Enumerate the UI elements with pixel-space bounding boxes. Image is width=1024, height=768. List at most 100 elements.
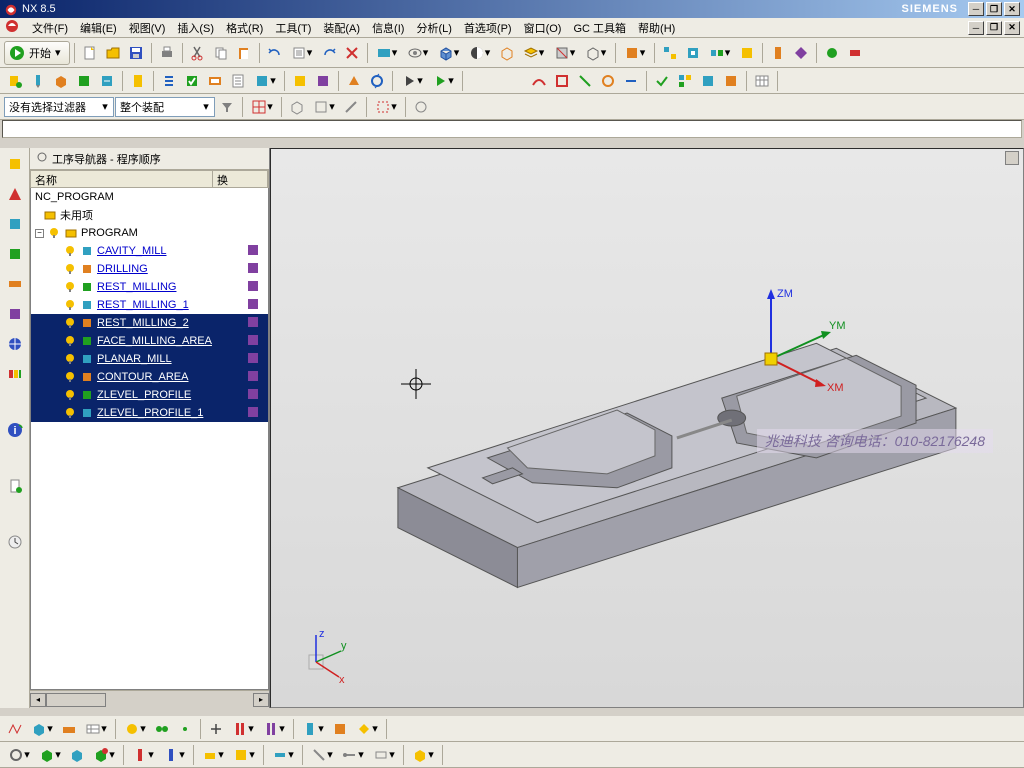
tree-operation[interactable]: REST_MILLING	[31, 278, 268, 296]
menu-gc[interactable]: GC 工具箱	[567, 18, 632, 38]
bt1-i-button[interactable]: ▾	[259, 718, 289, 740]
cam-create-geometry-button[interactable]	[50, 70, 72, 92]
rail-browser-button[interactable]	[3, 332, 27, 356]
assembly-2-button[interactable]	[682, 42, 704, 64]
scroll-thumb[interactable]	[46, 693, 106, 707]
cam-verify-button[interactable]	[181, 70, 203, 92]
start-button[interactable]: 开始 ▾	[4, 41, 70, 65]
menu-format[interactable]: 格式(R)	[220, 18, 269, 38]
scope-combo[interactable]: 整个装配 ▾	[115, 97, 215, 117]
bt2-g-button[interactable]: ▾	[198, 744, 228, 766]
cam-shop-button[interactable]	[289, 70, 311, 92]
menu-edit[interactable]: 编辑(E)	[74, 18, 123, 38]
nx-menu-icon[interactable]	[4, 18, 20, 37]
cut-button[interactable]	[187, 42, 209, 64]
tool-d-button[interactable]	[844, 42, 866, 64]
tree-operation[interactable]: CAVITY_MILL	[31, 242, 268, 260]
clip-button[interactable]: ▾	[581, 42, 611, 64]
rail-roles-button[interactable]	[3, 362, 27, 386]
menu-assembly[interactable]: 装配(A)	[317, 18, 366, 38]
rail-info-button[interactable]: i	[3, 418, 27, 442]
sel-face-button[interactable]: ▾	[309, 96, 339, 118]
bt2-a-button[interactable]: ▾	[4, 744, 34, 766]
filter-combo[interactable]: 没有选择过滤器 ▾	[4, 97, 114, 117]
cam-prop-button[interactable]	[127, 70, 149, 92]
rail-machine-button[interactable]	[3, 242, 27, 266]
cam-simulate-button[interactable]	[204, 70, 226, 92]
bt2-i-button[interactable]: ▾	[268, 744, 298, 766]
cam-play-button[interactable]: ▾	[397, 70, 427, 92]
menu-analysis[interactable]: 分析(L)	[410, 18, 457, 38]
cube-view-button[interactable]: ▾	[434, 42, 464, 64]
component-button[interactable]	[736, 42, 758, 64]
close-button[interactable]: ✕	[1004, 2, 1020, 16]
bt1-e-button[interactable]: ▾	[120, 718, 150, 740]
pin-icon[interactable]	[36, 151, 48, 166]
cam-path1-button[interactable]	[528, 70, 550, 92]
print-view-button[interactable]: ▾	[403, 42, 433, 64]
cam-path4-button[interactable]	[597, 70, 619, 92]
col-change[interactable]: 换	[213, 171, 268, 187]
menu-preferences[interactable]: 首选项(P)	[458, 18, 518, 38]
expander-icon[interactable]: −	[35, 229, 44, 238]
cam-table-button[interactable]	[751, 70, 773, 92]
scroll-left-icon[interactable]: ◂	[30, 693, 46, 707]
tree-operation[interactable]: PLANAR_MILL	[31, 350, 268, 368]
doc-minimize-button[interactable]: ─	[968, 21, 984, 35]
bt1-h-button[interactable]: ▾	[228, 718, 258, 740]
view-style-button[interactable]: ▾	[372, 42, 402, 64]
cam-group1-button[interactable]	[674, 70, 696, 92]
viewport-corner-button[interactable]	[1005, 151, 1019, 165]
save-button[interactable]	[125, 42, 147, 64]
shading-button[interactable]: ▾	[465, 42, 495, 64]
rail-part-navigator-button[interactable]	[3, 152, 27, 176]
minimize-button[interactable]: ─	[968, 2, 984, 16]
tool-c-button[interactable]	[821, 42, 843, 64]
cam-play2-button[interactable]: ▾	[428, 70, 458, 92]
bt2-m-button[interactable]: ▾	[408, 744, 438, 766]
menu-help[interactable]: 帮助(H)	[632, 18, 681, 38]
doc-close-button[interactable]: ✕	[1004, 21, 1020, 35]
tree-unused[interactable]: 未用项	[31, 206, 268, 224]
bt1-a-button[interactable]	[4, 718, 26, 740]
rail-reuse-button[interactable]	[3, 272, 27, 296]
delete-button[interactable]	[341, 42, 363, 64]
bt2-d-button[interactable]: ▾	[89, 744, 119, 766]
cam-path5-button[interactable]	[620, 70, 642, 92]
maximize-button[interactable]: ❐	[986, 2, 1002, 16]
bt2-h-button[interactable]: ▾	[229, 744, 259, 766]
bt2-e-button[interactable]: ▾	[128, 744, 158, 766]
select-mode-button[interactable]: ▾	[247, 96, 277, 118]
new-button[interactable]	[79, 42, 101, 64]
tree-operation[interactable]: REST_MILLING_2	[31, 314, 268, 332]
cam-create-method-button[interactable]	[73, 70, 95, 92]
cam-group3-button[interactable]	[720, 70, 742, 92]
cam-post-button[interactable]: ▾	[250, 70, 280, 92]
tool-b-button[interactable]	[790, 42, 812, 64]
tree-operation[interactable]: ZLEVEL_PROFILE	[31, 386, 268, 404]
operation-tree[interactable]: NC_PROGRAM 未用项 − PROGRAM CAVITY_MILLDRIL…	[30, 188, 269, 690]
assembly-3-button[interactable]: ▾	[705, 42, 735, 64]
menu-window[interactable]: 窗口(O)	[518, 18, 568, 38]
redo-button[interactable]	[318, 42, 340, 64]
cam-create-program-button[interactable]	[4, 70, 26, 92]
cam-output-button[interactable]	[312, 70, 334, 92]
rail-history-button[interactable]	[3, 530, 27, 554]
cam-path2-button[interactable]	[551, 70, 573, 92]
bt1-j-button[interactable]: ▾	[298, 718, 328, 740]
copy-button[interactable]	[210, 42, 232, 64]
cam-check-button[interactable]	[651, 70, 673, 92]
bt2-l-button[interactable]: ▾	[369, 744, 399, 766]
tree-program[interactable]: − PROGRAM	[31, 224, 268, 242]
bt1-b-button[interactable]: ▾	[27, 718, 57, 740]
rail-op-navigator-button[interactable]	[3, 212, 27, 236]
bt1-d-button[interactable]: ▾	[81, 718, 111, 740]
bt2-c-button[interactable]	[66, 744, 88, 766]
tool-a-button[interactable]	[767, 42, 789, 64]
bt1-plus-button[interactable]	[205, 718, 227, 740]
menu-insert[interactable]: 插入(S)	[171, 18, 220, 38]
filter-b1-button[interactable]	[216, 96, 238, 118]
section-button[interactable]: ▾	[550, 42, 580, 64]
graphics-viewport[interactable]: ZM YM XM 兆迪科技 咨询电话：010-82176248 z y x	[270, 148, 1024, 708]
sel-region-button[interactable]: ▾	[371, 96, 401, 118]
